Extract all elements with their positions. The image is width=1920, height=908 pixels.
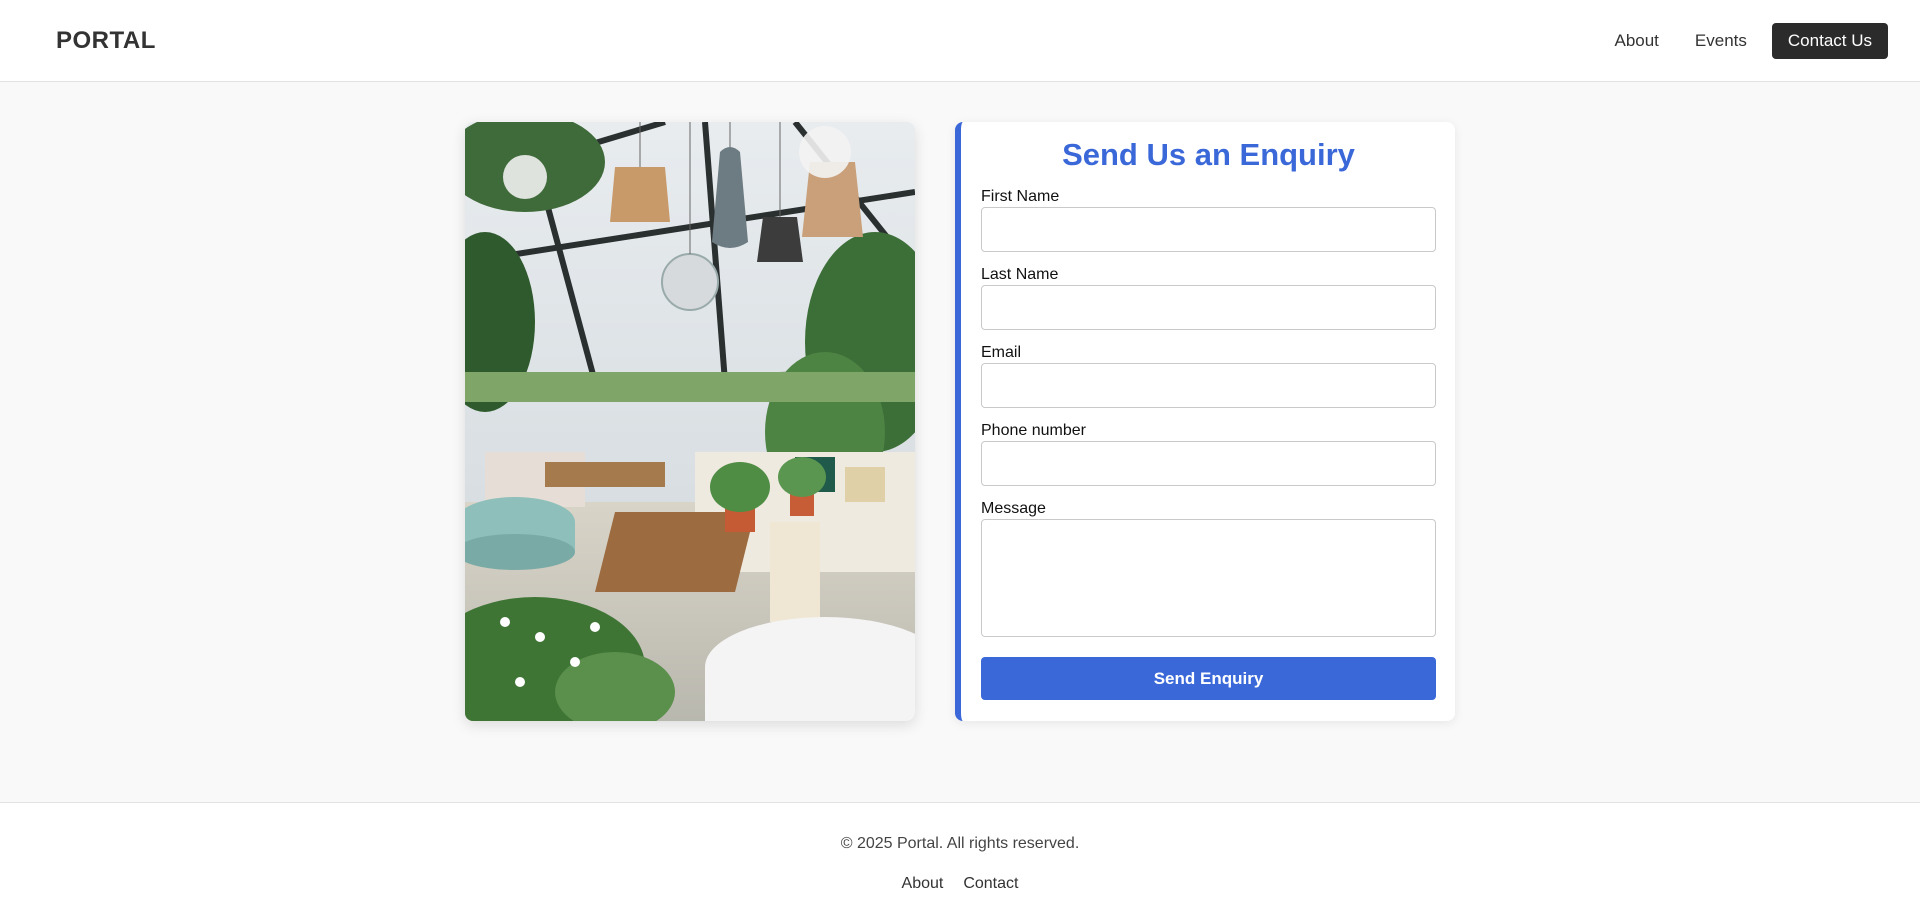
nav-about-link[interactable]: About	[1599, 23, 1673, 59]
enquiry-form: Send Us an Enquiry First Name Last Name …	[955, 122, 1455, 721]
form-title: Send Us an Enquiry	[1062, 137, 1355, 172]
site-footer: © 2025 Portal. All rights reserved. Abou…	[0, 802, 1920, 908]
message-label: Message	[981, 500, 1046, 518]
message-textarea[interactable]	[981, 519, 1436, 638]
venue-interior-photo-icon	[465, 122, 915, 721]
nav-events-link[interactable]: Events	[1680, 23, 1762, 59]
footer-about-link[interactable]: About	[902, 875, 944, 893]
main-nav: About Events Contact Us	[1599, 22, 1888, 59]
last-name-label: Last Name	[981, 266, 1059, 284]
venue-photo	[465, 122, 915, 721]
site-header: PORTAL About Events Contact Us	[0, 0, 1920, 82]
copyright-text: © 2025 Portal. All rights reserved.	[840, 835, 1080, 852]
nav-contact-button[interactable]: Contact Us	[1771, 22, 1888, 59]
footer-contact-link[interactable]: Contact	[963, 875, 1018, 893]
phone-label: Phone number	[981, 422, 1086, 440]
first-name-input[interactable]	[981, 207, 1436, 253]
first-name-label: First Name	[981, 188, 1060, 206]
send-enquiry-button[interactable]: Send Enquiry	[981, 657, 1436, 701]
main-content: Send Us an Enquiry First Name Last Name …	[0, 82, 1920, 802]
brand-logo[interactable]: PORTAL	[56, 27, 156, 55]
phone-input[interactable]	[981, 441, 1436, 487]
email-label: Email	[981, 344, 1022, 362]
last-name-input[interactable]	[981, 285, 1436, 331]
email-input[interactable]	[981, 363, 1436, 409]
footer-links: About Contact	[0, 875, 1920, 893]
